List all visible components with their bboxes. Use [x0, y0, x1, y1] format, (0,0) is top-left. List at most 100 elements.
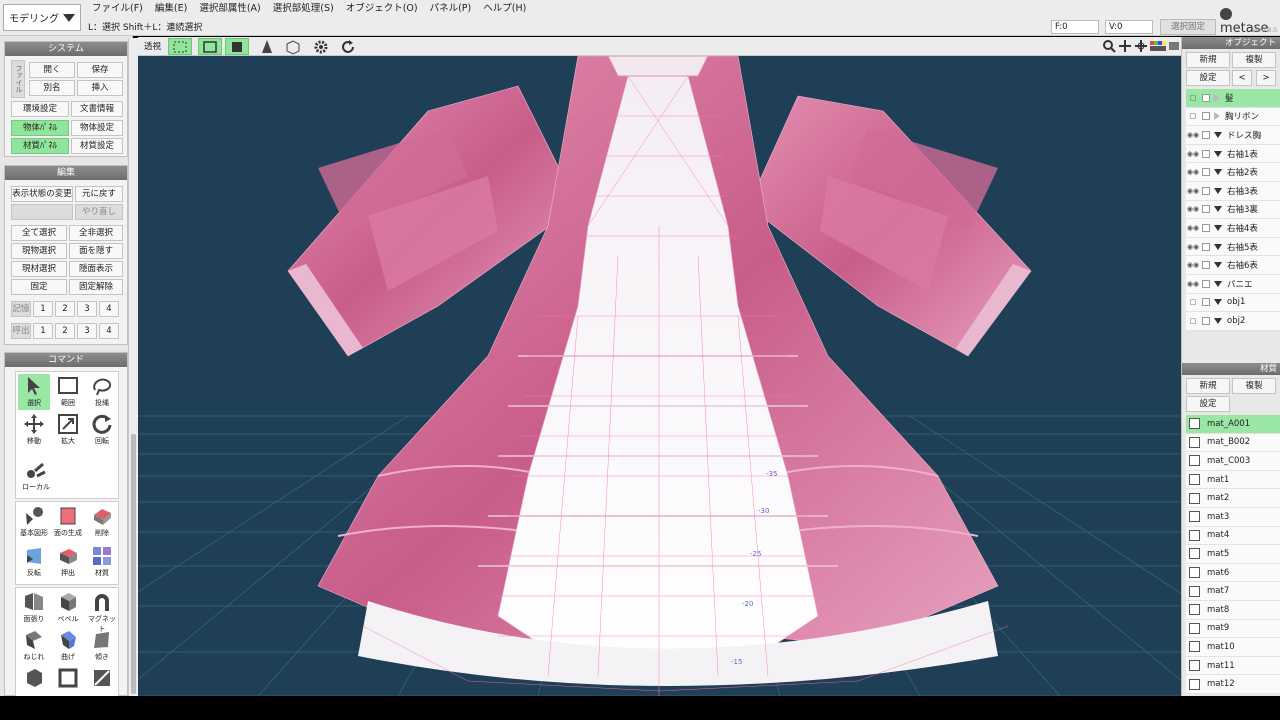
lock-checkbox[interactable] [1202, 242, 1210, 251]
insert-button[interactable]: 挿入 [77, 80, 123, 96]
object-row[interactable]: ◉◉ 右袖1表 [1186, 144, 1280, 164]
material-row[interactable]: mat10 [1186, 638, 1280, 657]
tool-lasso[interactable]: 投縄 [86, 374, 118, 410]
vertex-mode-button[interactable] [168, 38, 192, 55]
hidden-eye-icon[interactable]: □ [1186, 112, 1200, 120]
mode-select[interactable]: モデリング [3, 4, 81, 31]
tool-bevel[interactable]: ベベル [52, 590, 84, 626]
memory-slot-1[interactable]: 1 [33, 301, 53, 317]
menu-help[interactable]: ヘルプ(H) [477, 2, 532, 16]
material-row[interactable]: mat9 [1186, 619, 1280, 639]
tool-delete[interactable]: 削除 [86, 504, 118, 540]
object-row[interactable]: ◉◉ 右袖3裏 [1186, 200, 1280, 220]
tool-local[interactable]: ローカル [18, 458, 54, 494]
material-row[interactable]: mat_C003 [1186, 452, 1280, 471]
material-settings-button[interactable]: 材質設定 [71, 138, 123, 154]
object-prev-button[interactable]: < [1232, 70, 1252, 86]
material-settings-button[interactable]: 設定 [1186, 396, 1230, 412]
object-row[interactable]: ◉◉ ドレス胸 [1186, 126, 1280, 145]
lock-button[interactable]: 固定 [11, 279, 67, 295]
settings-button[interactable] [309, 38, 333, 55]
tool-extra-2[interactable] [52, 666, 84, 696]
material-color-swatch[interactable] [1189, 604, 1200, 616]
hidden-eye-icon[interactable]: □ [1186, 94, 1200, 102]
object-new-button[interactable]: 新規 [1186, 52, 1230, 68]
object-row[interactable]: □ 髪 [1186, 89, 1280, 108]
material-row[interactable]: mat7 [1186, 582, 1280, 601]
material-color-swatch[interactable] [1189, 678, 1200, 690]
recall-slot-1[interactable]: 1 [33, 323, 53, 339]
scene-canvas[interactable]: -35 -30 -25 -20 -15 [138, 56, 1181, 696]
lock-checkbox[interactable] [1202, 223, 1210, 232]
visible-eye-icon[interactable]: ◉◉ [1186, 168, 1200, 176]
material-color-swatch[interactable] [1189, 511, 1200, 523]
material-color-swatch[interactable] [1189, 660, 1200, 672]
visible-eye-icon[interactable]: ◉◉ [1186, 150, 1200, 158]
material-color-swatch[interactable] [1189, 567, 1200, 579]
material-row[interactable]: mat6 [1186, 563, 1280, 583]
tool-material[interactable]: 材質 [86, 544, 118, 580]
lock-checkbox[interactable] [1202, 298, 1210, 307]
expand-down-icon[interactable] [1214, 187, 1222, 194]
expand-down-icon[interactable] [1214, 224, 1222, 231]
lock-checkbox[interactable] [1202, 168, 1210, 177]
refresh-button[interactable] [336, 38, 360, 55]
material-row[interactable]: mat4 [1186, 526, 1280, 546]
material-color-swatch[interactable] [1189, 548, 1200, 560]
material-row[interactable]: mat5 [1186, 545, 1280, 564]
object-row[interactable]: □ 胸リボン [1186, 107, 1280, 127]
face-mode-button[interactable] [225, 38, 249, 55]
expand-right-icon[interactable] [1214, 93, 1220, 102]
material-color-swatch[interactable] [1189, 455, 1200, 467]
select-all-button[interactable]: 全て選択 [11, 225, 67, 241]
tool-twist[interactable]: ねじれ [18, 628, 50, 664]
memory-slot-2[interactable]: 2 [55, 301, 75, 317]
memory-slot-3[interactable]: 3 [77, 301, 97, 317]
material-new-button[interactable]: 新規 [1186, 378, 1230, 394]
object-row[interactable]: ◉◉ パニエ [1186, 274, 1280, 294]
expand-down-icon[interactable] [1214, 317, 1222, 324]
visible-eye-icon[interactable]: ◉◉ [1186, 261, 1200, 269]
undo-button[interactable]: 元に戻す [75, 186, 123, 202]
expand-down-icon[interactable] [1214, 206, 1222, 213]
object-next-button[interactable]: > [1256, 70, 1276, 86]
file-side-tab[interactable]: ファイル [11, 60, 25, 98]
object-row[interactable]: ◉◉ 右袖2表 [1186, 163, 1280, 182]
tool-rect[interactable]: 範囲 [52, 374, 84, 410]
recall-slot-3[interactable]: 3 [77, 323, 97, 339]
memory-slot-4[interactable]: 4 [99, 301, 119, 317]
tool-scale[interactable]: 拡大 [52, 412, 84, 448]
material-duplicate-button[interactable]: 複製 [1232, 378, 1276, 394]
material-row[interactable]: mat_A001 [1186, 415, 1280, 434]
deselect-all-button[interactable]: 全非選択 [69, 225, 123, 241]
tool-bend[interactable]: 曲げ [52, 628, 84, 664]
object-row[interactable]: □ obj2 [1186, 312, 1280, 331]
object-panel-button[interactable]: 物体ﾊﾟﾈﾙ [11, 120, 69, 136]
expand-down-icon[interactable] [1214, 150, 1222, 157]
material-color-swatch[interactable] [1189, 436, 1200, 448]
visible-eye-icon[interactable]: ◉◉ [1186, 131, 1200, 139]
save-button[interactable]: 保存 [77, 62, 123, 78]
tool-primitive[interactable]: 基本図形 [18, 504, 50, 540]
lock-checkbox[interactable] [1202, 261, 1210, 270]
material-color-swatch[interactable] [1189, 529, 1200, 541]
menu-object[interactable]: オブジェクト(O) [340, 2, 424, 16]
material-row[interactable]: mat_B002 [1186, 433, 1280, 453]
tool-move[interactable]: 移動 [18, 412, 50, 448]
display-state-button[interactable]: 表示状態の変更 [11, 186, 73, 202]
lock-checkbox[interactable] [1202, 186, 1210, 195]
hide-face-button[interactable]: 面を隠す [69, 243, 123, 259]
lock-checkbox[interactable] [1202, 93, 1210, 102]
material-row[interactable]: mat11 [1186, 656, 1280, 676]
tool-flip[interactable]: 反転 [18, 544, 50, 580]
material-row[interactable]: mat8 [1186, 600, 1280, 620]
object-settings-button[interactable]: 設定 [1186, 70, 1230, 86]
cube-view-button[interactable] [281, 38, 305, 55]
expand-down-icon[interactable] [1214, 262, 1222, 269]
tool-select[interactable]: 選択 [18, 374, 50, 410]
select-object-button[interactable]: 現物選択 [11, 243, 67, 259]
tool-extra-1[interactable] [18, 666, 50, 696]
lock-checkbox[interactable] [1202, 112, 1210, 121]
tool-rotate[interactable]: 回転 [86, 412, 118, 448]
object-row[interactable]: □ obj1 [1186, 293, 1280, 313]
